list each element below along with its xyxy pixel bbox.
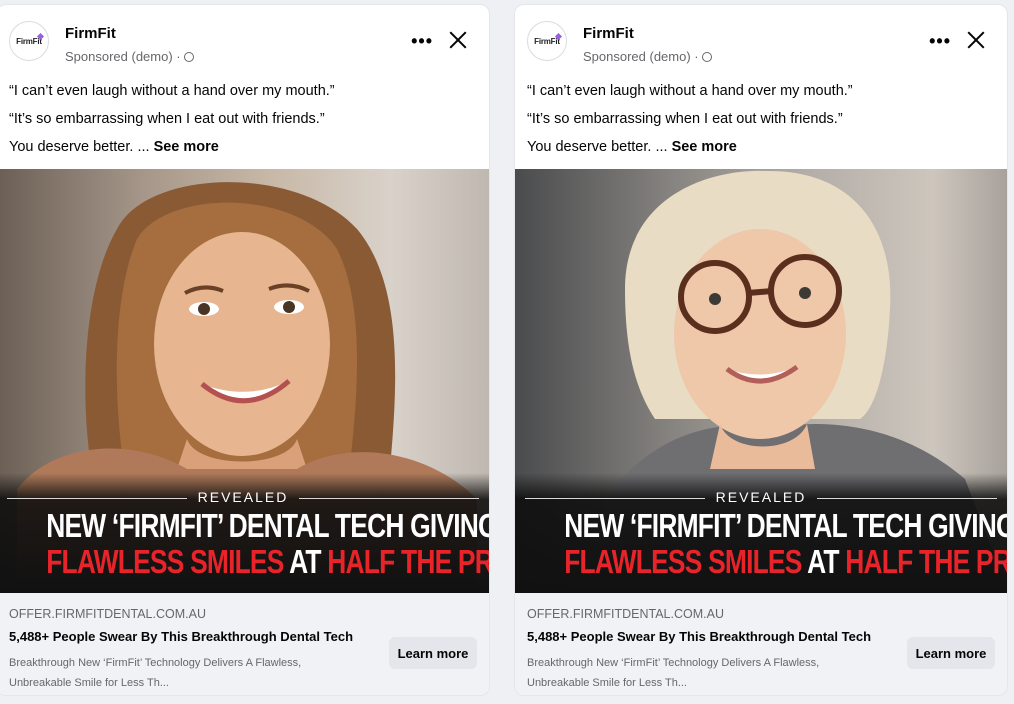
ad-footer[interactable]: OFFER.FIRMFITDENTAL.COM.AU 5,488+ People… (515, 593, 1007, 695)
link-domain: OFFER.FIRMFITDENTAL.COM.AU (9, 607, 206, 621)
ad-text-line: “I can’t even laugh without a hand over … (9, 83, 335, 99)
ad-header: FirmFit FirmFit Sponsored (demo) · ••• (515, 5, 1007, 75)
sponsored-text: Sponsored (demo) · (583, 49, 703, 64)
revealed-label: REVEALED (515, 489, 1007, 505)
headline-line-1: NEW ‘FIRMFIT’ DENTAL TECH GIVING (564, 507, 1007, 544)
sponsored-text: Sponsored (demo) · (65, 49, 185, 64)
ad-text-line: “I can’t even laugh without a hand over … (527, 83, 853, 99)
ad-text-tail: You deserve better. ... (527, 139, 672, 155)
more-options-icon[interactable]: ••• (411, 31, 433, 52)
headline-connector: AT (801, 543, 846, 580)
headline-highlight: FLAWLESS SMILES (46, 543, 284, 580)
headline-line-2: FLAWLESS SMILES AT HALF THE PRICE (46, 543, 489, 581)
ad-image[interactable]: REVEALED NEW ‘FIRMFIT’ DENTAL TECH GIVIN… (515, 169, 1007, 593)
ad-text-line: “It’s so embarrassing when I eat out wit… (9, 111, 325, 127)
globe-icon (184, 52, 195, 62)
page-name[interactable]: FirmFit (65, 25, 116, 42)
link-domain: OFFER.FIRMFITDENTAL.COM.AU (527, 607, 724, 621)
see-more-link[interactable]: See more (672, 139, 737, 155)
avatar[interactable]: FirmFit (527, 21, 567, 61)
avatar[interactable]: FirmFit (9, 21, 49, 61)
ad-card: FirmFit FirmFit Sponsored (demo) · ••• “… (514, 4, 1008, 696)
close-icon[interactable] (965, 29, 987, 51)
ad-text-line: You deserve better. ... See more (527, 139, 997, 155)
link-title: 5,488+ People Swear By This Breakthrough… (527, 629, 872, 644)
see-more-link[interactable]: See more (154, 139, 219, 155)
ad-card: FirmFit FirmFit Sponsored (demo) · ••• “… (0, 4, 490, 696)
globe-icon (702, 52, 713, 62)
learn-more-button[interactable]: Learn more (389, 637, 477, 669)
ad-footer[interactable]: OFFER.FIRMFITDENTAL.COM.AU 5,488+ People… (0, 593, 489, 695)
revealed-label: REVEALED (0, 489, 489, 505)
headline-highlight: FLAWLESS SMILES (564, 543, 802, 580)
page-name[interactable]: FirmFit (583, 25, 634, 42)
ad-header: FirmFit FirmFit Sponsored (demo) · ••• (0, 5, 489, 75)
headline-connector: AT (283, 543, 328, 580)
headline-highlight: HALF THE PRICE (327, 543, 489, 580)
more-options-icon[interactable]: ••• (929, 31, 951, 52)
sponsored-label: Sponsored (demo) · (65, 49, 195, 64)
headline-line-1: NEW ‘FIRMFIT’ DENTAL TECH GIVING (46, 507, 489, 544)
link-description: Breakthrough New ‘FirmFit’ Technology De… (527, 657, 820, 689)
ad-text-tail: You deserve better. ... (9, 139, 154, 155)
headline-highlight: HALF THE PRICE (845, 543, 1007, 580)
link-title: 5,488+ People Swear By This Breakthrough… (9, 629, 354, 644)
ad-image[interactable]: REVEALED NEW ‘FIRMFIT’ DENTAL TECH GIVIN… (0, 169, 489, 593)
ad-text-line: “It’s so embarrassing when I eat out wit… (527, 111, 843, 127)
sponsored-label: Sponsored (demo) · (583, 49, 713, 64)
link-description: Breakthrough New ‘FirmFit’ Technology De… (9, 657, 302, 689)
ad-text-line: You deserve better. ... See more (9, 139, 479, 155)
learn-more-button[interactable]: Learn more (907, 637, 995, 669)
close-icon[interactable] (447, 29, 469, 51)
headline-line-2: FLAWLESS SMILES AT HALF THE PRICE (564, 543, 1007, 581)
